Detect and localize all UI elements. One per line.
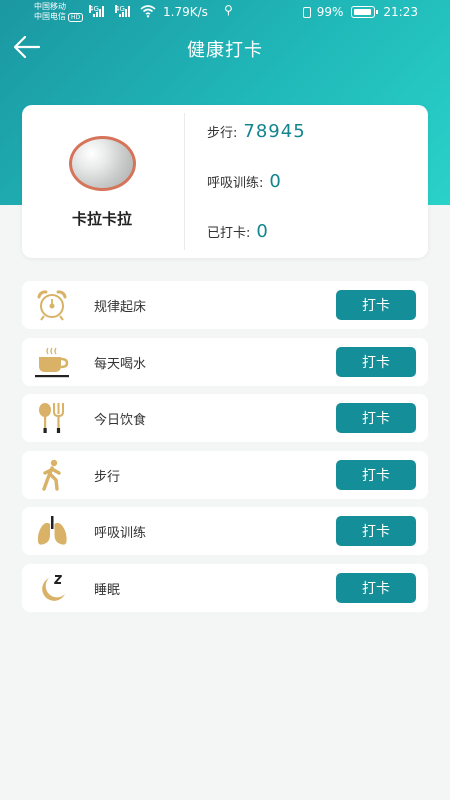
page-title: 健康打卡 (187, 40, 263, 61)
carrier-1: 中国移动 (34, 2, 66, 11)
moon-sleep-icon (42, 574, 65, 601)
profile-card: 卡拉卡拉 步行: 78945 呼吸训练: 0 已打卡: 0 (22, 105, 428, 258)
battery-percent: 99% (316, 5, 344, 19)
battery-icon (351, 6, 379, 18)
list-item-breathing: 呼吸训练 打卡 (22, 507, 428, 555)
list-item-drink-water: 每天喝水 打卡 (22, 337, 428, 386)
stat-label: 步行: (207, 126, 238, 141)
status-bar: 中国移动 中国电信 HD 4G 4G 1.79K/s ⚲ 99% 21:23 (0, 0, 450, 26)
list-item-diet: 今日饮食 打卡 (22, 394, 428, 442)
task-label: 呼吸训练 (94, 526, 147, 541)
checkin-button[interactable]: 打卡 (336, 572, 416, 603)
user-name: 卡拉卡拉 (71, 210, 132, 228)
spoon-fork-icon (39, 403, 64, 433)
signal-icon-1: 4G (89, 5, 104, 17)
lungs-icon (37, 516, 67, 545)
hd-badge: HD (68, 13, 84, 22)
signal-icon-2: 4G (115, 5, 130, 17)
stat-value: 0 (269, 171, 282, 192)
carrier-2: 中国电信 (34, 12, 66, 21)
card-divider (184, 113, 185, 250)
nav-bar: 健康打卡 (0, 30, 450, 66)
stat-walking: 步行: 78945 (207, 121, 306, 142)
alarm-clock-icon (37, 290, 67, 321)
wifi-icon (140, 5, 156, 18)
vibrate-icon (302, 6, 311, 18)
list-item-walking: 步行 打卡 (22, 450, 428, 499)
checkin-button[interactable]: 打卡 (336, 516, 416, 546)
checkin-button[interactable]: 打卡 (336, 290, 416, 320)
stat-value: 78945 (243, 121, 306, 142)
checkin-button[interactable]: 打卡 (336, 403, 416, 433)
coffee-cup-icon (35, 347, 69, 377)
stat-value: 0 (256, 221, 269, 242)
stat-label: 已打卡: (207, 226, 251, 241)
clock: 21:23 (383, 5, 418, 19)
list-item-wake-up: 规律起床 打卡 (22, 281, 428, 329)
task-label: 规律起床 (94, 300, 147, 315)
task-label: 今日饮食 (94, 413, 147, 428)
task-label: 睡眠 (94, 582, 121, 598)
stat-label: 呼吸训练: (207, 176, 264, 191)
task-label: 步行 (94, 469, 121, 485)
stat-breathing: 呼吸训练: 0 (207, 171, 282, 192)
walking-person-icon (42, 459, 61, 491)
checkin-button[interactable]: 打卡 (336, 346, 416, 377)
network-speed: 1.79K/s (163, 5, 208, 19)
task-label: 每天喝水 (94, 356, 147, 372)
avatar[interactable] (69, 136, 136, 191)
carrier-info: 中国移动 中国电信 HD (34, 2, 84, 22)
stat-checked-in: 已打卡: 0 (207, 221, 269, 242)
list-item-sleep: 睡眠 打卡 (22, 563, 428, 612)
usb-icon: ⚲ (224, 3, 233, 17)
checkin-button[interactable]: 打卡 (336, 459, 416, 490)
task-list: 规律起床 打卡 每天喝水 打卡 今日饮食 打卡 步行 打卡 呼吸训练 打卡 睡眠… (22, 281, 428, 620)
